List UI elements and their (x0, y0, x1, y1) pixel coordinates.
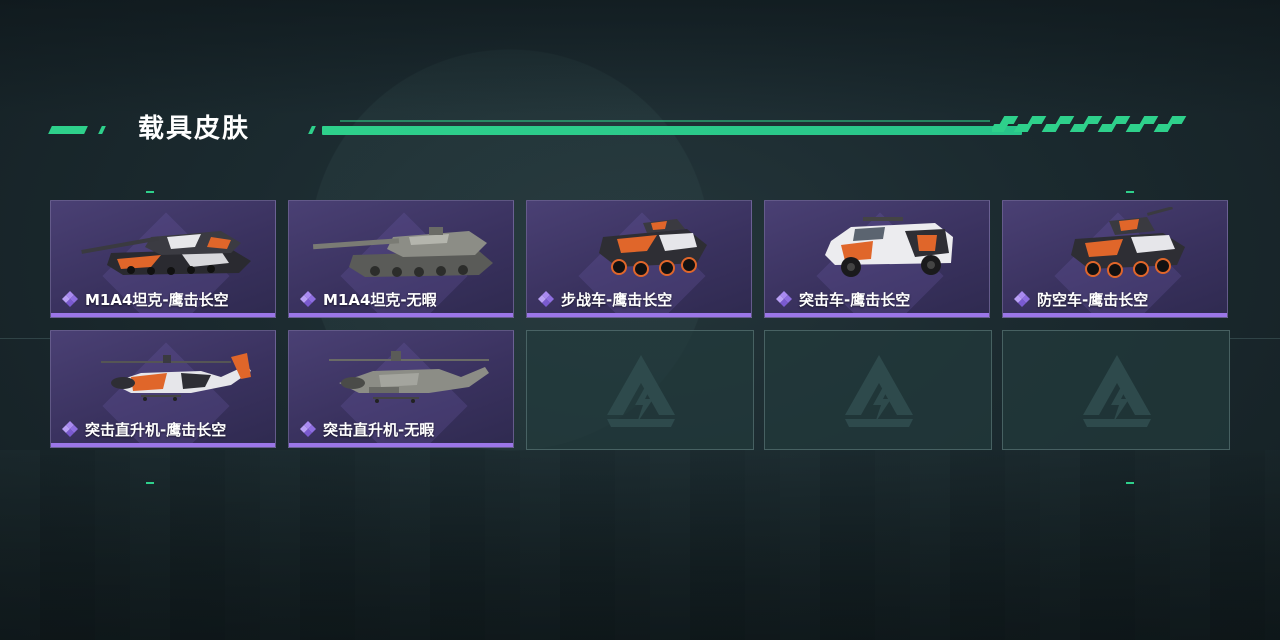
skin-name: 突击直升机-鹰击长空 (85, 420, 227, 439)
empty-skin-slot (764, 330, 992, 450)
section-header: 载具皮肤 (48, 112, 1202, 146)
background-city (0, 450, 1280, 640)
purple-diamond-icon (776, 291, 792, 307)
aa-vehicle-icon (1071, 207, 1185, 278)
corner-tick (146, 482, 154, 484)
corner-tick (146, 191, 154, 193)
tank-icon (81, 231, 251, 275)
skin-name: 步战车-鹰击长空 (561, 290, 673, 309)
header-progress-line (322, 126, 1022, 135)
header-accent-slash (98, 126, 106, 134)
skin-card[interactable]: 突击车-鹰击长空 (764, 200, 990, 318)
purple-diamond-icon (300, 291, 316, 307)
game-logo-icon (1083, 355, 1151, 427)
skin-name: 突击直升机-无暇 (323, 420, 435, 439)
purple-diamond-icon (62, 421, 78, 437)
purple-diamond-icon (62, 291, 78, 307)
side-divider-right (1230, 338, 1280, 339)
helicopter-icon (329, 351, 489, 403)
skin-name: M1A4坦克-鹰击长空 (85, 290, 229, 309)
skin-card[interactable]: M1A4坦克-鹰击长空 (50, 200, 276, 318)
purple-diamond-icon (300, 421, 316, 437)
tank-icon (312, 227, 493, 277)
side-divider-left (0, 338, 50, 339)
rarity-underline (1003, 313, 1227, 317)
header-checker-pattern (992, 116, 1202, 136)
rarity-underline (289, 443, 513, 447)
header-thin-line (340, 120, 990, 122)
corner-tick (1126, 191, 1134, 193)
game-logo-icon (607, 355, 675, 427)
game-logo-icon (845, 355, 913, 427)
helicopter-icon (101, 353, 251, 401)
skin-name: 防空车-鹰击长空 (1037, 290, 1149, 309)
empty-skin-slot (526, 330, 754, 450)
header-accent-bar (48, 126, 88, 134)
rarity-underline (51, 443, 275, 447)
section-title: 载具皮肤 (138, 114, 251, 144)
corner-tick (1126, 482, 1134, 484)
ifv-icon (599, 219, 707, 277)
skin-name: 突击车-鹰击长空 (799, 290, 911, 309)
rarity-underline (51, 313, 275, 317)
rarity-underline (765, 313, 989, 317)
skin-card[interactable]: 突击直升机-无暇 (288, 330, 514, 448)
skin-card[interactable]: 步战车-鹰击长空 (526, 200, 752, 318)
skin-name: M1A4坦克-无暇 (323, 290, 437, 309)
rarity-underline (289, 313, 513, 317)
skin-card[interactable]: 突击直升机-鹰击长空 (50, 330, 276, 448)
empty-skin-slot (1002, 330, 1230, 450)
rarity-underline (527, 313, 751, 317)
skin-card[interactable]: M1A4坦克-无暇 (288, 200, 514, 318)
skin-card[interactable]: 防空车-鹰击长空 (1002, 200, 1228, 318)
header-accent-slash (308, 126, 316, 134)
purple-diamond-icon (1014, 291, 1030, 307)
purple-diamond-icon (538, 291, 554, 307)
assault-car-icon (825, 217, 953, 277)
